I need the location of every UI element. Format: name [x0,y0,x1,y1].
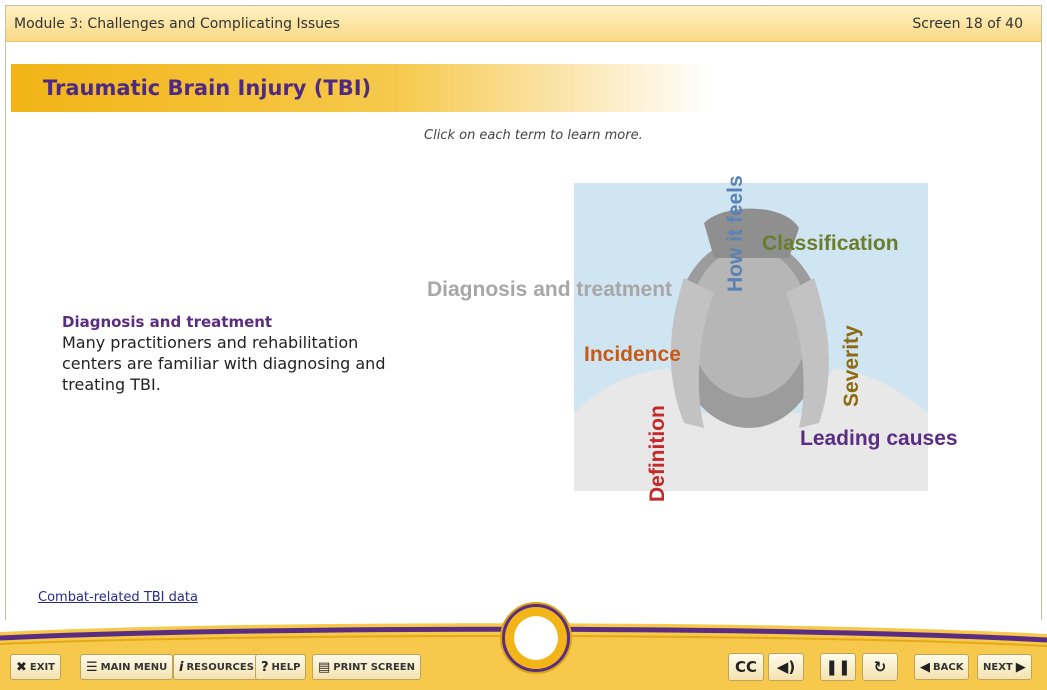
next-arrow-icon: ▶ [1015,659,1026,675]
audio-button[interactable]: ◀) [768,653,804,681]
volume-icon: ◀) [776,658,796,676]
closed-captions-button[interactable]: CC [728,653,764,681]
term-definition[interactable]: Definition [646,405,670,502]
module-title: Module 3: Challenges and Complicating Is… [14,16,340,32]
help-icon: ? [261,659,269,675]
selected-term-heading: Diagnosis and treatment [62,313,273,331]
selected-term-description: Many practitioners and rehabilitation ce… [62,333,386,394]
next-button[interactable]: NEXT ▶ [977,654,1032,680]
term-incidence[interactable]: Incidence [584,343,681,367]
pause-icon: ❚❚ [825,658,851,676]
pause-button[interactable]: ❚❚ [820,653,856,681]
help-button[interactable]: ? HELP [255,654,307,680]
replay-button[interactable]: ↻ [862,653,898,681]
back-arrow-icon: ◀ [920,659,930,675]
back-button[interactable]: ◀ BACK [914,654,970,680]
close-icon: ✖ [16,659,27,675]
top-bar: Module 3: Challenges and Complicating Is… [6,6,1041,42]
term-leading-causes[interactable]: Leading causes [800,427,958,451]
term-severity[interactable]: Severity [840,325,864,407]
instruction-text: Click on each term to learn more. [424,128,643,143]
print-screen-button[interactable]: ▤ PRINT SCREEN [312,654,421,680]
term-classification[interactable]: Classification [762,232,899,256]
replay-icon: ↻ [873,658,887,676]
resources-button[interactable]: i RESOURCES [173,654,260,680]
combat-tbi-data-link[interactable]: Combat-related TBI data [38,590,198,605]
main-menu-button[interactable]: ☰ MAIN MENU [80,654,174,680]
title-band: Traumatic Brain Injury (TBI) [11,64,711,112]
coalition-seal-logo [500,602,572,674]
printer-icon: ▤ [318,659,331,675]
exit-button[interactable]: ✖ EXIT [10,654,61,680]
selected-term-panel: Diagnosis and treatment Many practitione… [62,312,392,395]
page-title: Traumatic Brain Injury (TBI) [43,76,372,100]
term-how-it-feels[interactable]: How it feels [724,175,748,292]
screen-count: Screen 18 of 40 [912,16,1023,32]
info-icon: i [179,659,184,675]
menu-icon: ☰ [86,659,98,675]
term-diagnosis-and-treatment[interactable]: Diagnosis and treatment [427,278,672,302]
